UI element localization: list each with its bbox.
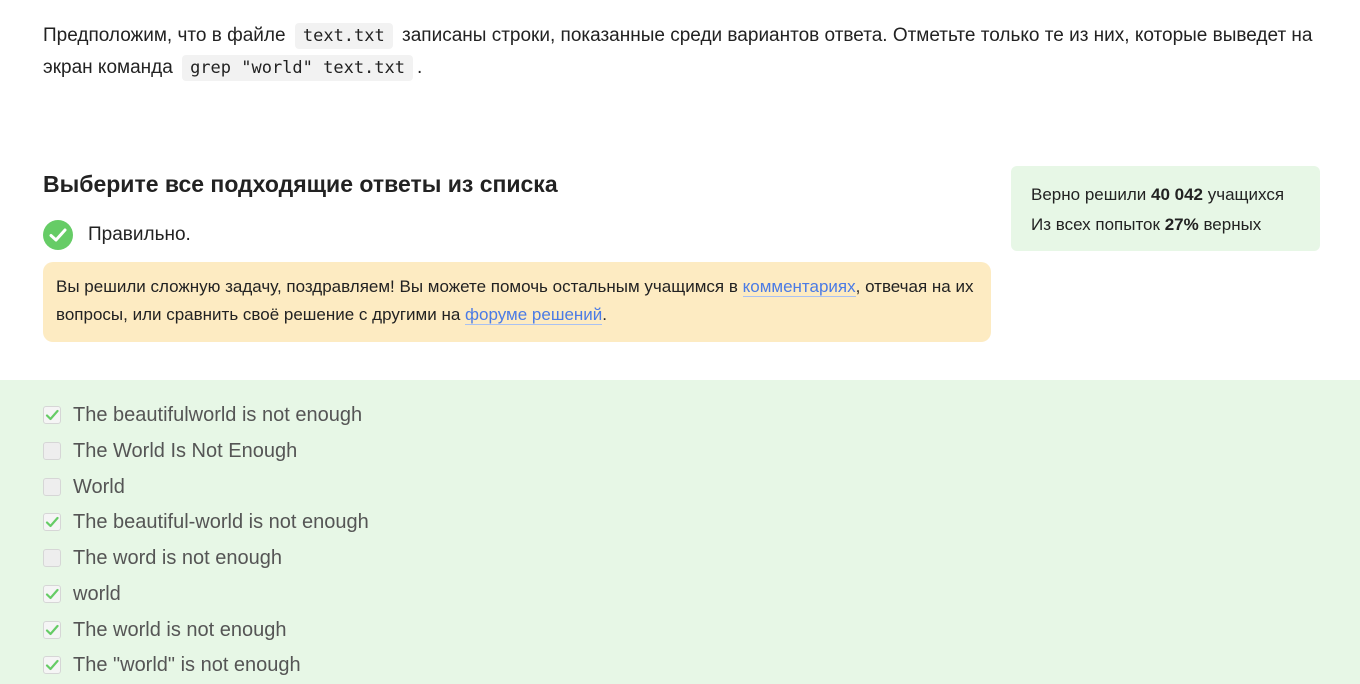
option-item[interactable]: The beautifulworld is not enough: [43, 400, 362, 430]
option-item[interactable]: The beautiful-world is not enough: [43, 507, 369, 537]
feedback-text-1: Вы решили сложную задачу, поздравляем! В…: [56, 277, 738, 296]
solved-count-value: 40 042: [1151, 185, 1204, 204]
solved-count-prefix: Верно решили: [1031, 185, 1147, 204]
comments-link[interactable]: комментариях: [742, 277, 856, 297]
checkmark-icon: [45, 409, 59, 421]
question-part-3: .: [417, 57, 423, 78]
option-label: World: [73, 475, 125, 498]
option-checkbox[interactable]: [43, 585, 61, 603]
code-filename: text.txt: [294, 23, 393, 49]
stats-panel: Верно решили 40 042 учащихся Из всех поп…: [1011, 166, 1320, 251]
option-checkbox[interactable]: [43, 478, 61, 496]
feedback-text-3: .: [602, 305, 608, 324]
solutions-forum-link[interactable]: форуме решений: [465, 305, 603, 325]
option-checkbox[interactable]: [43, 442, 61, 460]
checkmark-icon: [45, 624, 59, 636]
option-checkbox[interactable]: [43, 656, 61, 674]
option-label: The word is not enough: [73, 546, 283, 569]
checkmark-icon: [45, 588, 59, 600]
feedback-message: Вы решили сложную задачу, поздравляем! В…: [43, 262, 991, 342]
option-item[interactable]: world: [43, 579, 121, 609]
option-item[interactable]: The "world" is not enough: [43, 650, 301, 680]
option-label: The world is not enough: [73, 618, 287, 641]
result-status: Правильно.: [43, 220, 191, 250]
option-checkbox[interactable]: [43, 513, 61, 531]
option-label: The beautifulworld is not enough: [73, 403, 363, 426]
answer-options: The beautifulworld is not enough The Wor…: [0, 380, 1360, 684]
option-item[interactable]: The World Is Not Enough: [43, 436, 297, 466]
success-rate-prefix: Из всех попыток: [1031, 215, 1160, 234]
option-label: world: [73, 582, 121, 605]
success-rate-line: Из всех попыток 27% верных: [1031, 210, 1300, 240]
success-rate-suffix: верных: [1203, 215, 1262, 234]
option-checkbox[interactable]: [43, 549, 61, 567]
option-item[interactable]: The word is not enough: [43, 543, 282, 573]
result-label: Правильно.: [88, 224, 191, 245]
success-check-icon: [43, 220, 73, 250]
solved-count-suffix: учащихся: [1207, 185, 1285, 204]
choice-heading: Выберите все подходящие ответы из списка: [43, 171, 558, 197]
checkmark-icon: [45, 516, 59, 528]
question-part-1: Предположим, что в файле: [43, 25, 286, 46]
option-item[interactable]: The world is not enough: [43, 615, 286, 645]
success-rate-value: 27%: [1164, 215, 1199, 234]
option-label: The beautiful-world is not enough: [73, 510, 369, 533]
code-command: grep "world" text.txt: [182, 55, 413, 81]
option-checkbox[interactable]: [43, 621, 61, 639]
checkmark-icon: [45, 659, 59, 671]
option-label: The World Is Not Enough: [73, 439, 298, 462]
solved-count-line: Верно решили 40 042 учащихся: [1031, 180, 1300, 210]
option-item[interactable]: World: [43, 472, 125, 502]
option-label: The "world" is not enough: [73, 653, 301, 676]
question-text: Предположим, что в файле text.txt записа…: [43, 20, 1318, 84]
option-checkbox[interactable]: [43, 406, 61, 424]
